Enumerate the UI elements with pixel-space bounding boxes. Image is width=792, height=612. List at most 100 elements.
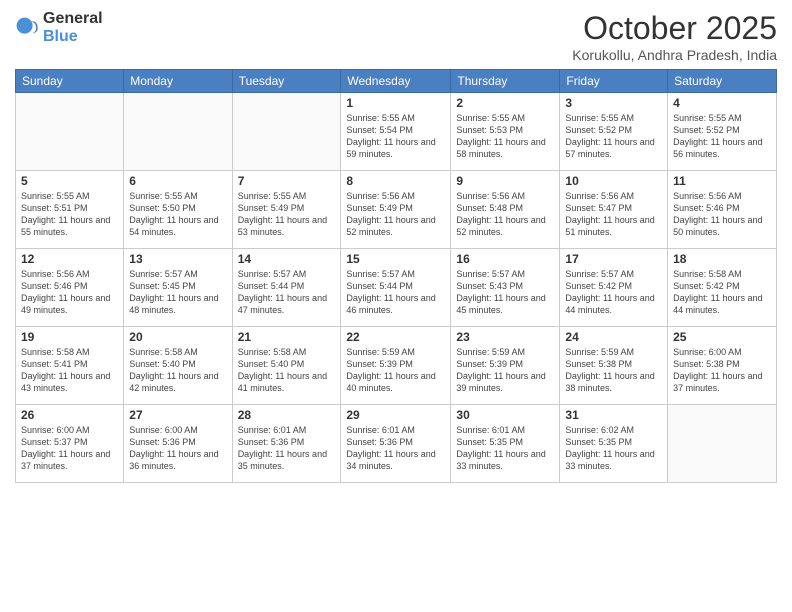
day-number: 6 xyxy=(129,174,226,188)
calendar-cell: 15Sunrise: 5:57 AM Sunset: 5:44 PM Dayli… xyxy=(341,249,451,327)
calendar-body: 1Sunrise: 5:55 AM Sunset: 5:54 PM Daylig… xyxy=(16,93,777,483)
calendar-cell: 22Sunrise: 5:59 AM Sunset: 5:39 PM Dayli… xyxy=(341,327,451,405)
day-info: Sunrise: 5:56 AM Sunset: 5:46 PM Dayligh… xyxy=(673,190,771,239)
day-info: Sunrise: 6:00 AM Sunset: 5:37 PM Dayligh… xyxy=(21,424,118,473)
calendar-cell: 31 Sunrise: 6:02 AM Sunset: 5:35 PM Dayli… xyxy=(560,405,668,483)
day-info: Sunrise: 5:58 AM Sunset: 5:40 PM Dayligh… xyxy=(238,346,336,395)
weekday-header: Sunday xyxy=(16,70,124,93)
calendar-cell: 7Sunrise: 5:55 AM Sunset: 5:49 PM Daylig… xyxy=(232,171,341,249)
day-info: Sunrise: 5:55 AM Sunset: 5:54 PM Dayligh… xyxy=(346,112,445,161)
title-area: October 2025 Korukollu, Andhra Pradesh, … xyxy=(572,10,777,63)
day-info: Sunrise: 5:56 AM Sunset: 5:47 PM Dayligh… xyxy=(565,190,662,239)
day-info: Sunrise: 5:58 AM Sunset: 5:41 PM Dayligh… xyxy=(21,346,118,395)
day-info: Sunrise: 5:58 AM Sunset: 5:40 PM Dayligh… xyxy=(129,346,226,395)
day-number: 11 xyxy=(673,174,771,188)
calendar-cell xyxy=(124,93,232,171)
day-info: Sunrise: 6:00 AM Sunset: 5:36 PM Dayligh… xyxy=(129,424,226,473)
day-info: Sunrise: 5:59 AM Sunset: 5:39 PM Dayligh… xyxy=(456,346,554,395)
calendar-cell: 27 Sunrise: 6:00 AM Sunset: 5:36 PM Dayli… xyxy=(124,405,232,483)
calendar-week-row: 12 Sunrise: 5:56 AM Sunset: 5:46 PM Dayli… xyxy=(16,249,777,327)
day-number: 18 xyxy=(673,252,771,266)
logo: General Blue xyxy=(15,10,103,46)
calendar-cell: 30 Sunrise: 6:01 AM Sunset: 5:35 PM Dayli… xyxy=(451,405,560,483)
day-number: 21 xyxy=(238,330,336,344)
calendar-cell: 6 Sunrise: 5:55 AM Sunset: 5:50 PM Daylig… xyxy=(124,171,232,249)
day-info: Sunrise: 5:55 AM Sunset: 5:51 PM Dayligh… xyxy=(21,190,118,239)
weekday-header: Wednesday xyxy=(341,70,451,93)
calendar-header: SundayMondayTuesdayWednesdayThursdayFrid… xyxy=(16,70,777,93)
day-info: Sunrise: 5:59 AM Sunset: 5:38 PM Dayligh… xyxy=(565,346,662,395)
day-number: 30 xyxy=(456,408,554,422)
day-info: Sunrise: 5:57 AM Sunset: 5:43 PM Dayligh… xyxy=(456,268,554,317)
calendar-cell: 28 Sunrise: 6:01 AM Sunset: 5:36 PM Dayli… xyxy=(232,405,341,483)
day-info: Sunrise: 5:55 AM Sunset: 5:49 PM Dayligh… xyxy=(238,190,336,239)
day-info: Sunrise: 5:59 AM Sunset: 5:39 PM Dayligh… xyxy=(346,346,445,395)
calendar-cell xyxy=(16,93,124,171)
page: General Blue October 2025 Korukollu, And… xyxy=(0,0,792,612)
calendar-cell: 12 Sunrise: 5:56 AM Sunset: 5:46 PM Dayli… xyxy=(16,249,124,327)
day-info: Sunrise: 5:57 AM Sunset: 5:45 PM Dayligh… xyxy=(129,268,226,317)
day-number: 12 xyxy=(21,252,118,266)
day-info: Sunrise: 5:56 AM Sunset: 5:48 PM Dayligh… xyxy=(456,190,554,239)
calendar-cell: 29 Sunrise: 6:01 AM Sunset: 5:36 PM Dayli… xyxy=(341,405,451,483)
calendar-cell: 8Sunrise: 5:56 AM Sunset: 5:49 PM Daylig… xyxy=(341,171,451,249)
day-info: Sunrise: 5:56 AM Sunset: 5:49 PM Dayligh… xyxy=(346,190,445,239)
day-number: 3 xyxy=(565,96,662,110)
day-number: 19 xyxy=(21,330,118,344)
calendar-cell xyxy=(232,93,341,171)
logo-blue: Blue xyxy=(43,28,103,46)
calendar-week-row: 19 Sunrise: 5:58 AM Sunset: 5:41 PM Dayli… xyxy=(16,327,777,405)
day-info: Sunrise: 5:57 AM Sunset: 5:44 PM Dayligh… xyxy=(238,268,336,317)
day-info: Sunrise: 5:56 AM Sunset: 5:46 PM Dayligh… xyxy=(21,268,118,317)
logo-general: General xyxy=(43,10,103,28)
calendar-week-row: 1Sunrise: 5:55 AM Sunset: 5:54 PM Daylig… xyxy=(16,93,777,171)
subtitle: Korukollu, Andhra Pradesh, India xyxy=(572,47,777,63)
calendar-cell: 18 Sunrise: 5:58 AM Sunset: 5:42 PM Dayli… xyxy=(668,249,777,327)
calendar-cell: 1Sunrise: 5:55 AM Sunset: 5:54 PM Daylig… xyxy=(341,93,451,171)
header: General Blue October 2025 Korukollu, And… xyxy=(15,10,777,63)
day-info: Sunrise: 6:00 AM Sunset: 5:38 PM Dayligh… xyxy=(673,346,771,395)
day-info: Sunrise: 5:55 AM Sunset: 5:52 PM Dayligh… xyxy=(565,112,662,161)
day-number: 31 xyxy=(565,408,662,422)
day-info: Sunrise: 6:01 AM Sunset: 5:36 PM Dayligh… xyxy=(238,424,336,473)
day-info: Sunrise: 5:57 AM Sunset: 5:42 PM Dayligh… xyxy=(565,268,662,317)
calendar: SundayMondayTuesdayWednesdayThursdayFrid… xyxy=(15,69,777,483)
day-number: 27 xyxy=(129,408,226,422)
day-number: 29 xyxy=(346,408,445,422)
calendar-cell: 11 Sunrise: 5:56 AM Sunset: 5:46 PM Dayli… xyxy=(668,171,777,249)
day-info: Sunrise: 6:01 AM Sunset: 5:36 PM Dayligh… xyxy=(346,424,445,473)
day-info: Sunrise: 5:57 AM Sunset: 5:44 PM Dayligh… xyxy=(346,268,445,317)
calendar-cell: 21 Sunrise: 5:58 AM Sunset: 5:40 PM Dayli… xyxy=(232,327,341,405)
calendar-cell: 2Sunrise: 5:55 AM Sunset: 5:53 PM Daylig… xyxy=(451,93,560,171)
day-info: Sunrise: 6:01 AM Sunset: 5:35 PM Dayligh… xyxy=(456,424,554,473)
logo-icon xyxy=(15,16,39,40)
calendar-cell: 19 Sunrise: 5:58 AM Sunset: 5:41 PM Dayli… xyxy=(16,327,124,405)
day-number: 25 xyxy=(673,330,771,344)
weekday-header: Monday xyxy=(124,70,232,93)
calendar-cell: 13Sunrise: 5:57 AM Sunset: 5:45 PM Dayli… xyxy=(124,249,232,327)
day-info: Sunrise: 5:55 AM Sunset: 5:50 PM Dayligh… xyxy=(129,190,226,239)
calendar-cell: 3 Sunrise: 5:55 AM Sunset: 5:52 PM Daylig… xyxy=(560,93,668,171)
day-number: 14 xyxy=(238,252,336,266)
day-info: Sunrise: 5:58 AM Sunset: 5:42 PM Dayligh… xyxy=(673,268,771,317)
month-title: October 2025 xyxy=(572,10,777,47)
calendar-week-row: 5 Sunrise: 5:55 AM Sunset: 5:51 PM Daylig… xyxy=(16,171,777,249)
day-number: 5 xyxy=(21,174,118,188)
day-number: 10 xyxy=(565,174,662,188)
calendar-cell: 10 Sunrise: 5:56 AM Sunset: 5:47 PM Dayli… xyxy=(560,171,668,249)
calendar-cell: 4 Sunrise: 5:55 AM Sunset: 5:52 PM Daylig… xyxy=(668,93,777,171)
day-number: 24 xyxy=(565,330,662,344)
day-number: 26 xyxy=(21,408,118,422)
calendar-cell: 20Sunrise: 5:58 AM Sunset: 5:40 PM Dayli… xyxy=(124,327,232,405)
day-info: Sunrise: 5:55 AM Sunset: 5:52 PM Dayligh… xyxy=(673,112,771,161)
weekday-header: Thursday xyxy=(451,70,560,93)
day-info: Sunrise: 6:02 AM Sunset: 5:35 PM Dayligh… xyxy=(565,424,662,473)
day-number: 23 xyxy=(456,330,554,344)
weekday-header: Friday xyxy=(560,70,668,93)
calendar-cell: 25 Sunrise: 6:00 AM Sunset: 5:38 PM Dayli… xyxy=(668,327,777,405)
weekday-header: Tuesday xyxy=(232,70,341,93)
calendar-cell: 24 Sunrise: 5:59 AM Sunset: 5:38 PM Dayli… xyxy=(560,327,668,405)
day-number: 28 xyxy=(238,408,336,422)
weekday-row: SundayMondayTuesdayWednesdayThursdayFrid… xyxy=(16,70,777,93)
day-number: 4 xyxy=(673,96,771,110)
